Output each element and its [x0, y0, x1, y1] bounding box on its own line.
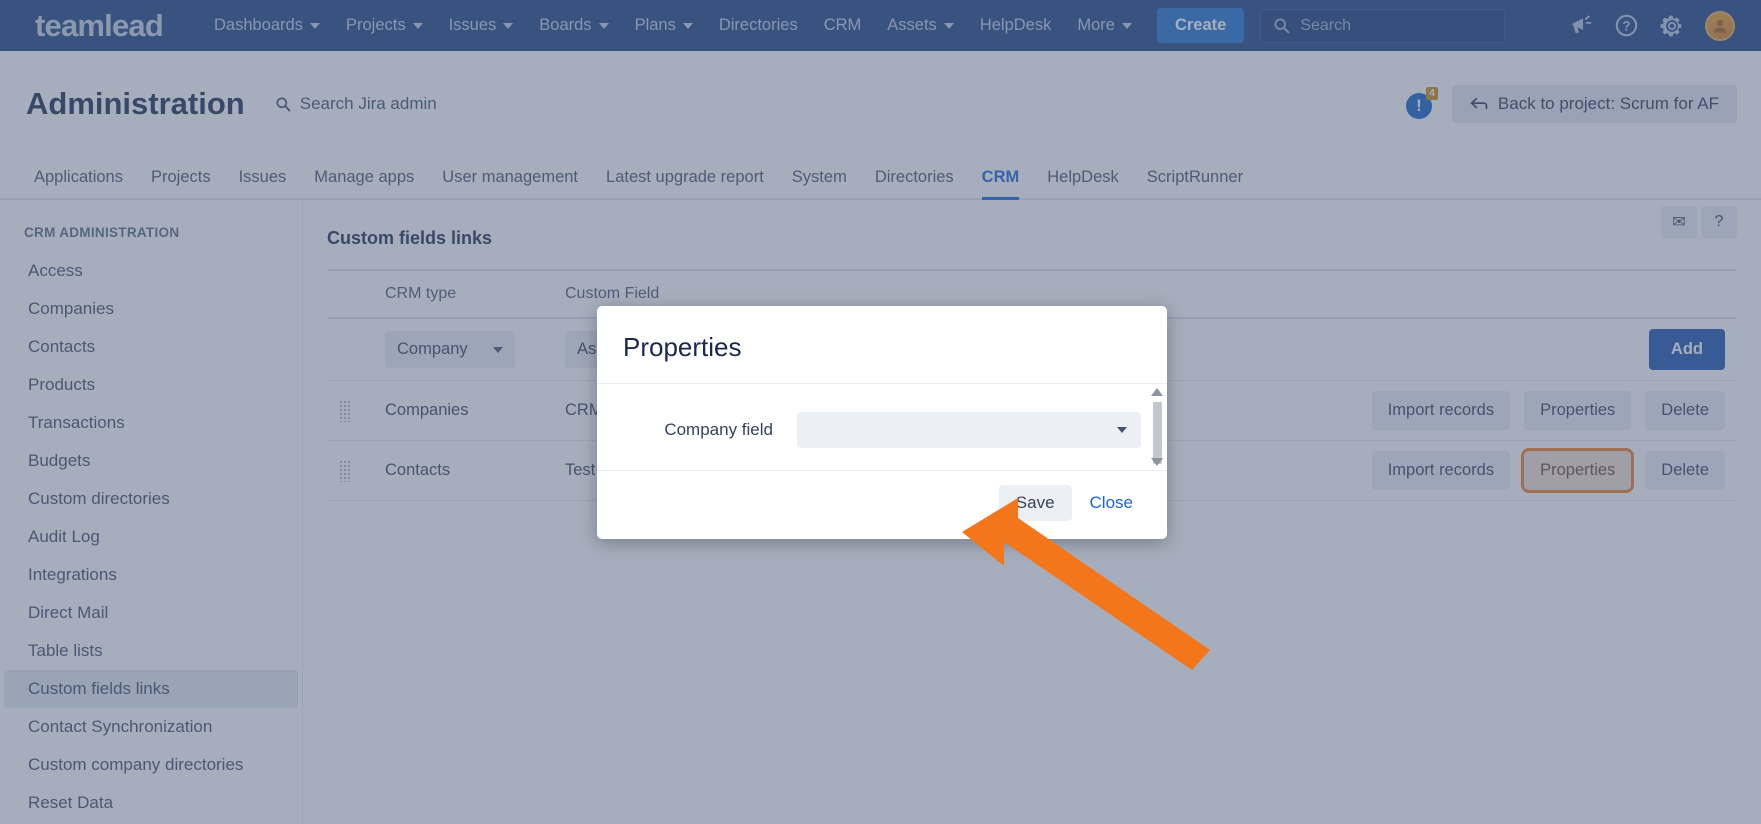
save-button[interactable]: Save	[999, 485, 1072, 521]
properties-modal: Properties Company field Save Close	[597, 306, 1167, 539]
app-root: teamlead Dashboards Projects Issues Boar…	[0, 0, 1761, 824]
modal-footer: Save Close	[597, 470, 1167, 539]
scroll-up-arrow-icon[interactable]	[1151, 388, 1163, 396]
modal-header: Properties	[597, 306, 1167, 384]
chevron-down-icon	[1117, 427, 1127, 433]
modal-title: Properties	[623, 332, 1141, 363]
company-field-row: Company field	[623, 412, 1141, 448]
company-field-label: Company field	[623, 420, 773, 440]
close-button[interactable]: Close	[1080, 485, 1143, 521]
scroll-down-arrow-icon[interactable]	[1151, 458, 1163, 466]
modal-body: Company field	[597, 384, 1167, 470]
modal-scrollbar[interactable]	[1151, 388, 1163, 466]
scrollbar-thumb[interactable]	[1153, 402, 1162, 464]
company-field-select[interactable]	[797, 412, 1141, 448]
